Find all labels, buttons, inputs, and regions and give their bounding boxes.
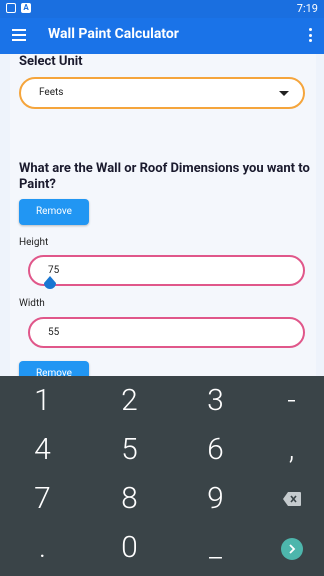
key-underscore[interactable]: _ [175, 523, 256, 572]
key-0[interactable]: 0 [89, 523, 170, 572]
key-1[interactable]: 1 [2, 376, 83, 425]
text-cursor-handle-icon[interactable] [42, 276, 58, 292]
key-3[interactable]: 3 [175, 376, 256, 425]
height-value: 75 [48, 265, 60, 276]
go-key[interactable] [281, 538, 303, 560]
select-unit-heading: Select Unit [19, 54, 83, 69]
width-label: Width [19, 298, 45, 309]
app-bar: Wall Paint Calculator [0, 18, 324, 54]
height-label: Height [19, 237, 49, 248]
key-4[interactable]: 4 [2, 425, 83, 474]
chevron-right-icon [289, 544, 296, 554]
key-6[interactable]: 6 [175, 425, 256, 474]
backspace-icon[interactable] [283, 492, 301, 506]
dropdown-arrow-icon [279, 91, 289, 96]
notification-icon [6, 3, 16, 13]
unit-select-value: Feets [39, 87, 64, 98]
more-options-icon[interactable] [309, 28, 312, 42]
key-7[interactable]: 7 [2, 474, 83, 523]
unit-select[interactable]: Feets [19, 77, 305, 109]
width-input[interactable]: 55 [28, 317, 305, 348]
key-2[interactable]: 2 [89, 376, 170, 425]
status-bar: A 7:19 [0, 0, 324, 18]
key-5[interactable]: 5 [89, 425, 170, 474]
status-time: 7:19 [296, 2, 318, 15]
key-dot[interactable]: . [2, 523, 83, 572]
dimensions-heading: What are the Wall or Roof Dimensions you… [19, 161, 310, 192]
width-value: 55 [48, 327, 60, 338]
app-notification-icon: A [21, 3, 31, 13]
key-comma[interactable]: , [251, 425, 324, 474]
key-minus[interactable]: - [251, 376, 324, 425]
key-9[interactable]: 9 [175, 474, 256, 523]
height-input[interactable]: 75 [28, 255, 305, 286]
key-8[interactable]: 8 [89, 474, 170, 523]
remove-button[interactable]: Remove [19, 199, 89, 225]
app-title: Wall Paint Calculator [48, 26, 179, 42]
hamburger-menu-icon[interactable] [12, 29, 26, 41]
main-content[interactable]: Select Unit Feets What are the Wall or R… [10, 54, 316, 376]
numeric-keyboard: 1 2 3 - 4 5 6 , 7 8 9 . 0 _ [0, 376, 324, 576]
remove-button-2[interactable]: Remove [19, 361, 89, 376]
